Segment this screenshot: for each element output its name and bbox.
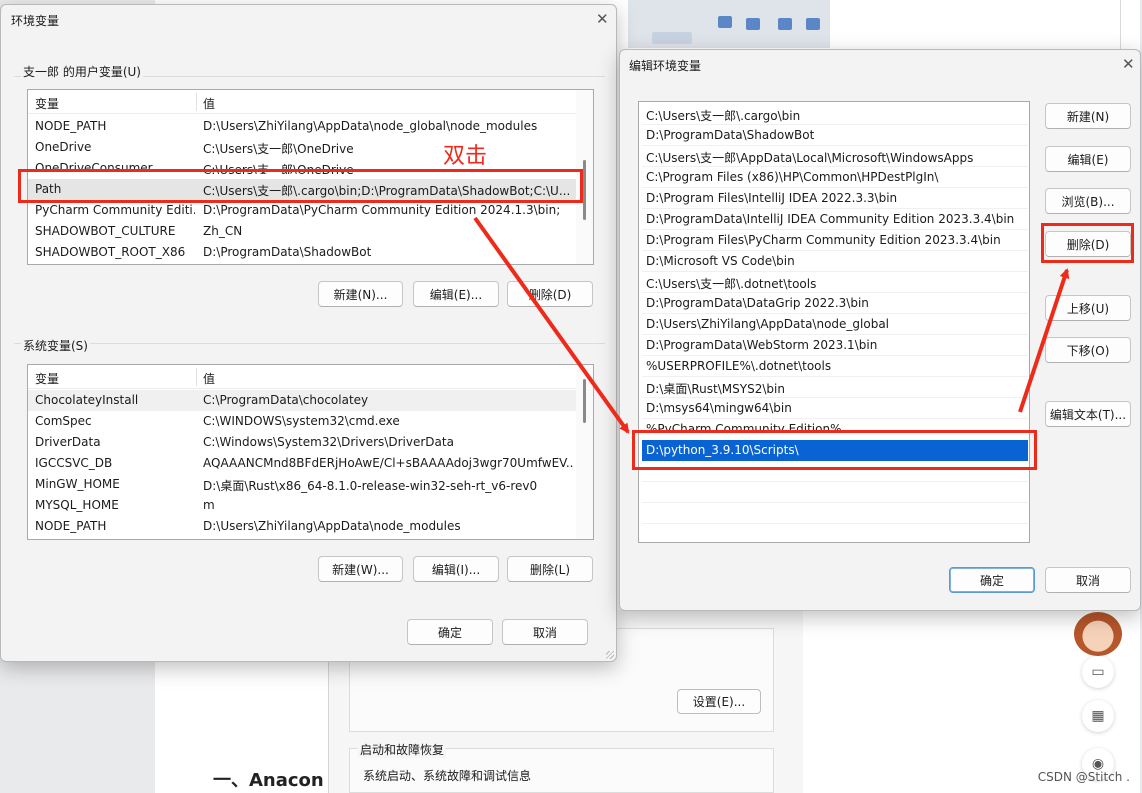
arrow-to-delete-button (1018, 268, 1070, 413)
arrow-to-new-entry (473, 216, 630, 434)
annotation-arrows (473, 216, 1070, 434)
